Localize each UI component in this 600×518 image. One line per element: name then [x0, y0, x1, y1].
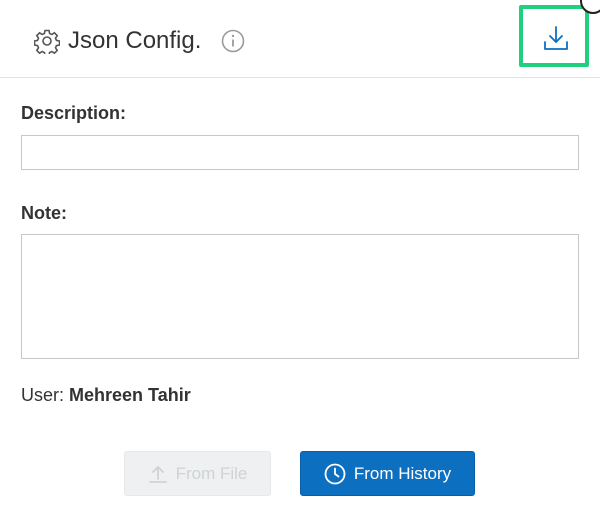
user-label: User: — [21, 385, 65, 405]
note-label: Note: — [21, 203, 67, 223]
dialog-title: Json Config. — [68, 27, 202, 54]
from-file-label: From File — [175, 463, 248, 483]
upload-icon — [148, 465, 167, 483]
description-label: Description: — [21, 103, 127, 123]
from-history-button[interactable]: From History — [300, 451, 475, 496]
info-icon[interactable] — [221, 29, 245, 53]
note-field[interactable] — [21, 234, 579, 359]
from-history-label: From History — [353, 463, 452, 483]
dialog-header: Json Config. — [0, 0, 600, 78]
user-name: Mehreen Tahir — [69, 385, 191, 405]
download-button[interactable] — [519, 5, 589, 67]
description-field[interactable] — [21, 135, 579, 170]
user-info: User: Mehreen Tahir — [21, 385, 191, 406]
from-file-button[interactable]: From File — [124, 451, 271, 496]
clock-icon — [324, 463, 346, 484]
gear-icon[interactable] — [33, 28, 61, 57]
download-icon — [544, 26, 568, 50]
